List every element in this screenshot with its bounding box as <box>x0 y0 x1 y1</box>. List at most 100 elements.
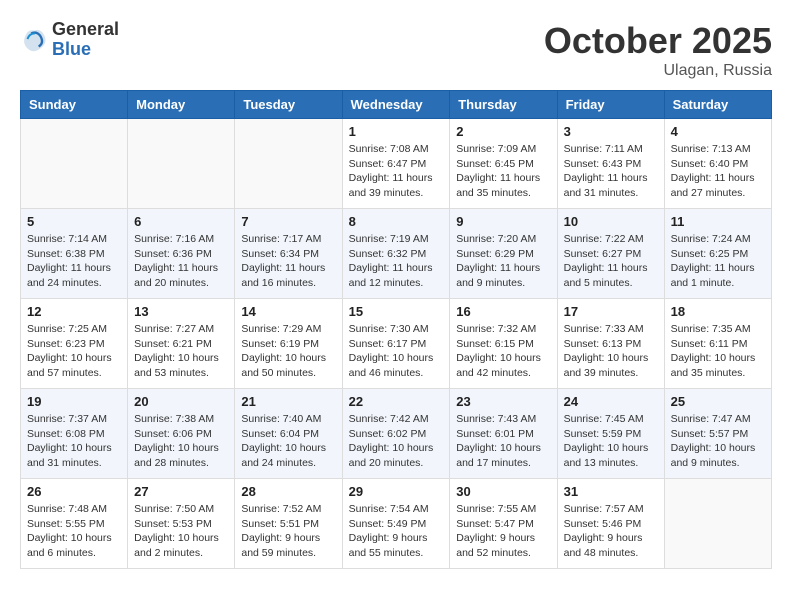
weekday-header-monday: Monday <box>128 91 235 119</box>
logo: General Blue <box>20 20 119 60</box>
day-info: Sunrise: 7:19 AM Sunset: 6:32 PM Dayligh… <box>349 232 444 291</box>
day-number: 13 <box>134 304 228 319</box>
day-number: 31 <box>564 484 658 499</box>
table-row: 15 Sunrise: 7:30 AM Sunset: 6:17 PM Dayli… <box>342 299 450 389</box>
day-info: Sunrise: 7:52 AM Sunset: 5:51 PM Dayligh… <box>241 502 335 561</box>
day-number: 20 <box>134 394 228 409</box>
day-info: Sunrise: 7:42 AM Sunset: 6:02 PM Dayligh… <box>349 412 444 471</box>
table-row: 27 Sunrise: 7:50 AM Sunset: 5:53 PM Dayli… <box>128 479 235 569</box>
table-row: 19 Sunrise: 7:37 AM Sunset: 6:08 PM Dayli… <box>21 389 128 479</box>
table-row: 25Sunrise: 7:47 AM Sunset: 5:57 PM Dayli… <box>664 389 771 479</box>
day-number: 9 <box>456 214 550 229</box>
weekday-header-row: SundayMondayTuesdayWednesdayThursdayFrid… <box>21 91 772 119</box>
day-number: 15 <box>349 304 444 319</box>
day-info: Sunrise: 7:32 AM Sunset: 6:15 PM Dayligh… <box>456 322 550 381</box>
day-info: Sunrise: 7:38 AM Sunset: 6:06 PM Dayligh… <box>134 412 228 471</box>
logo-blue: Blue <box>52 40 119 60</box>
day-info: Sunrise: 7:29 AM Sunset: 6:19 PM Dayligh… <box>241 322 335 381</box>
page-header: General Blue October 2025 Ulagan, Russia <box>20 20 772 80</box>
day-number: 6 <box>134 214 228 229</box>
day-info: Sunrise: 7:43 AM Sunset: 6:01 PM Dayligh… <box>456 412 550 471</box>
day-number: 28 <box>241 484 335 499</box>
calendar-week-row: 1 Sunrise: 7:08 AM Sunset: 6:47 PM Daylig… <box>21 119 772 209</box>
day-number: 7 <box>241 214 335 229</box>
table-row: 11 Sunrise: 7:24 AM Sunset: 6:25 PM Dayli… <box>664 209 771 299</box>
table-row: 6 Sunrise: 7:16 AM Sunset: 6:36 PM Daylig… <box>128 209 235 299</box>
day-info: Sunrise: 7:55 AM Sunset: 5:47 PM Dayligh… <box>456 502 550 561</box>
day-info: Sunrise: 7:48 AM Sunset: 5:55 PM Dayligh… <box>27 502 121 561</box>
table-row: 23Sunrise: 7:43 AM Sunset: 6:01 PM Dayli… <box>450 389 557 479</box>
logo-text: General Blue <box>52 20 119 60</box>
day-info: Sunrise: 7:35 AM Sunset: 6:11 PM Dayligh… <box>671 322 765 381</box>
day-info: Sunrise: 7:22 AM Sunset: 6:27 PM Dayligh… <box>564 232 658 291</box>
day-info: Sunrise: 7:24 AM Sunset: 6:25 PM Dayligh… <box>671 232 765 291</box>
day-number: 17 <box>564 304 658 319</box>
calendar-week-row: 26 Sunrise: 7:48 AM Sunset: 5:55 PM Dayli… <box>21 479 772 569</box>
weekday-header-saturday: Saturday <box>664 91 771 119</box>
table-row: 13 Sunrise: 7:27 AM Sunset: 6:21 PM Dayli… <box>128 299 235 389</box>
calendar-week-row: 19 Sunrise: 7:37 AM Sunset: 6:08 PM Dayli… <box>21 389 772 479</box>
table-row: 29 Sunrise: 7:54 AM Sunset: 5:49 PM Dayli… <box>342 479 450 569</box>
table-row: 24 Sunrise: 7:45 AM Sunset: 5:59 PM Dayli… <box>557 389 664 479</box>
day-info: Sunrise: 7:33 AM Sunset: 6:13 PM Dayligh… <box>564 322 658 381</box>
calendar: SundayMondayTuesdayWednesdayThursdayFrid… <box>20 90 772 569</box>
table-row: 31Sunrise: 7:57 AM Sunset: 5:46 PM Dayli… <box>557 479 664 569</box>
logo-icon <box>20 26 48 54</box>
weekday-header-wednesday: Wednesday <box>342 91 450 119</box>
day-info: Sunrise: 7:25 AM Sunset: 6:23 PM Dayligh… <box>27 322 121 381</box>
day-number: 1 <box>349 124 444 139</box>
table-row <box>128 119 235 209</box>
day-info: Sunrise: 7:47 AM Sunset: 5:57 PM Dayligh… <box>671 412 765 471</box>
day-info: Sunrise: 7:37 AM Sunset: 6:08 PM Dayligh… <box>27 412 121 471</box>
day-info: Sunrise: 7:20 AM Sunset: 6:29 PM Dayligh… <box>456 232 550 291</box>
day-number: 27 <box>134 484 228 499</box>
location: Ulagan, Russia <box>544 62 772 80</box>
table-row: 4Sunrise: 7:13 AM Sunset: 6:40 PM Daylig… <box>664 119 771 209</box>
table-row <box>21 119 128 209</box>
day-info: Sunrise: 7:08 AM Sunset: 6:47 PM Dayligh… <box>349 142 444 201</box>
table-row: 14Sunrise: 7:29 AM Sunset: 6:19 PM Dayli… <box>235 299 342 389</box>
day-number: 10 <box>564 214 658 229</box>
day-number: 21 <box>241 394 335 409</box>
day-number: 24 <box>564 394 658 409</box>
day-info: Sunrise: 7:27 AM Sunset: 6:21 PM Dayligh… <box>134 322 228 381</box>
day-number: 2 <box>456 124 550 139</box>
table-row: 5 Sunrise: 7:14 AM Sunset: 6:38 PM Daylig… <box>21 209 128 299</box>
table-row: 16Sunrise: 7:32 AM Sunset: 6:15 PM Dayli… <box>450 299 557 389</box>
table-row: 26 Sunrise: 7:48 AM Sunset: 5:55 PM Dayli… <box>21 479 128 569</box>
day-number: 18 <box>671 304 765 319</box>
day-number: 5 <box>27 214 121 229</box>
day-number: 8 <box>349 214 444 229</box>
table-row: 8 Sunrise: 7:19 AM Sunset: 6:32 PM Daylig… <box>342 209 450 299</box>
table-row: 30 Sunrise: 7:55 AM Sunset: 5:47 PM Dayli… <box>450 479 557 569</box>
table-row <box>235 119 342 209</box>
day-number: 19 <box>27 394 121 409</box>
day-info: Sunrise: 7:40 AM Sunset: 6:04 PM Dayligh… <box>241 412 335 471</box>
calendar-week-row: 5 Sunrise: 7:14 AM Sunset: 6:38 PM Daylig… <box>21 209 772 299</box>
day-number: 12 <box>27 304 121 319</box>
day-number: 30 <box>456 484 550 499</box>
table-row: 2Sunrise: 7:09 AM Sunset: 6:45 PM Daylig… <box>450 119 557 209</box>
day-number: 11 <box>671 214 765 229</box>
weekday-header-friday: Friday <box>557 91 664 119</box>
day-number: 29 <box>349 484 444 499</box>
month-title: October 2025 <box>544 20 772 62</box>
title-block: October 2025 Ulagan, Russia <box>544 20 772 80</box>
table-row: 7 Sunrise: 7:17 AM Sunset: 6:34 PM Daylig… <box>235 209 342 299</box>
day-info: Sunrise: 7:54 AM Sunset: 5:49 PM Dayligh… <box>349 502 444 561</box>
day-number: 4 <box>671 124 765 139</box>
day-info: Sunrise: 7:17 AM Sunset: 6:34 PM Dayligh… <box>241 232 335 291</box>
day-info: Sunrise: 7:30 AM Sunset: 6:17 PM Dayligh… <box>349 322 444 381</box>
day-info: Sunrise: 7:16 AM Sunset: 6:36 PM Dayligh… <box>134 232 228 291</box>
day-number: 3 <box>564 124 658 139</box>
day-info: Sunrise: 7:50 AM Sunset: 5:53 PM Dayligh… <box>134 502 228 561</box>
table-row: 1 Sunrise: 7:08 AM Sunset: 6:47 PM Daylig… <box>342 119 450 209</box>
day-number: 26 <box>27 484 121 499</box>
day-info: Sunrise: 7:11 AM Sunset: 6:43 PM Dayligh… <box>564 142 658 201</box>
weekday-header-thursday: Thursday <box>450 91 557 119</box>
day-info: Sunrise: 7:45 AM Sunset: 5:59 PM Dayligh… <box>564 412 658 471</box>
day-info: Sunrise: 7:14 AM Sunset: 6:38 PM Dayligh… <box>27 232 121 291</box>
table-row: 10 Sunrise: 7:22 AM Sunset: 6:27 PM Dayli… <box>557 209 664 299</box>
logo-general: General <box>52 20 119 40</box>
table-row: 18 Sunrise: 7:35 AM Sunset: 6:11 PM Dayli… <box>664 299 771 389</box>
